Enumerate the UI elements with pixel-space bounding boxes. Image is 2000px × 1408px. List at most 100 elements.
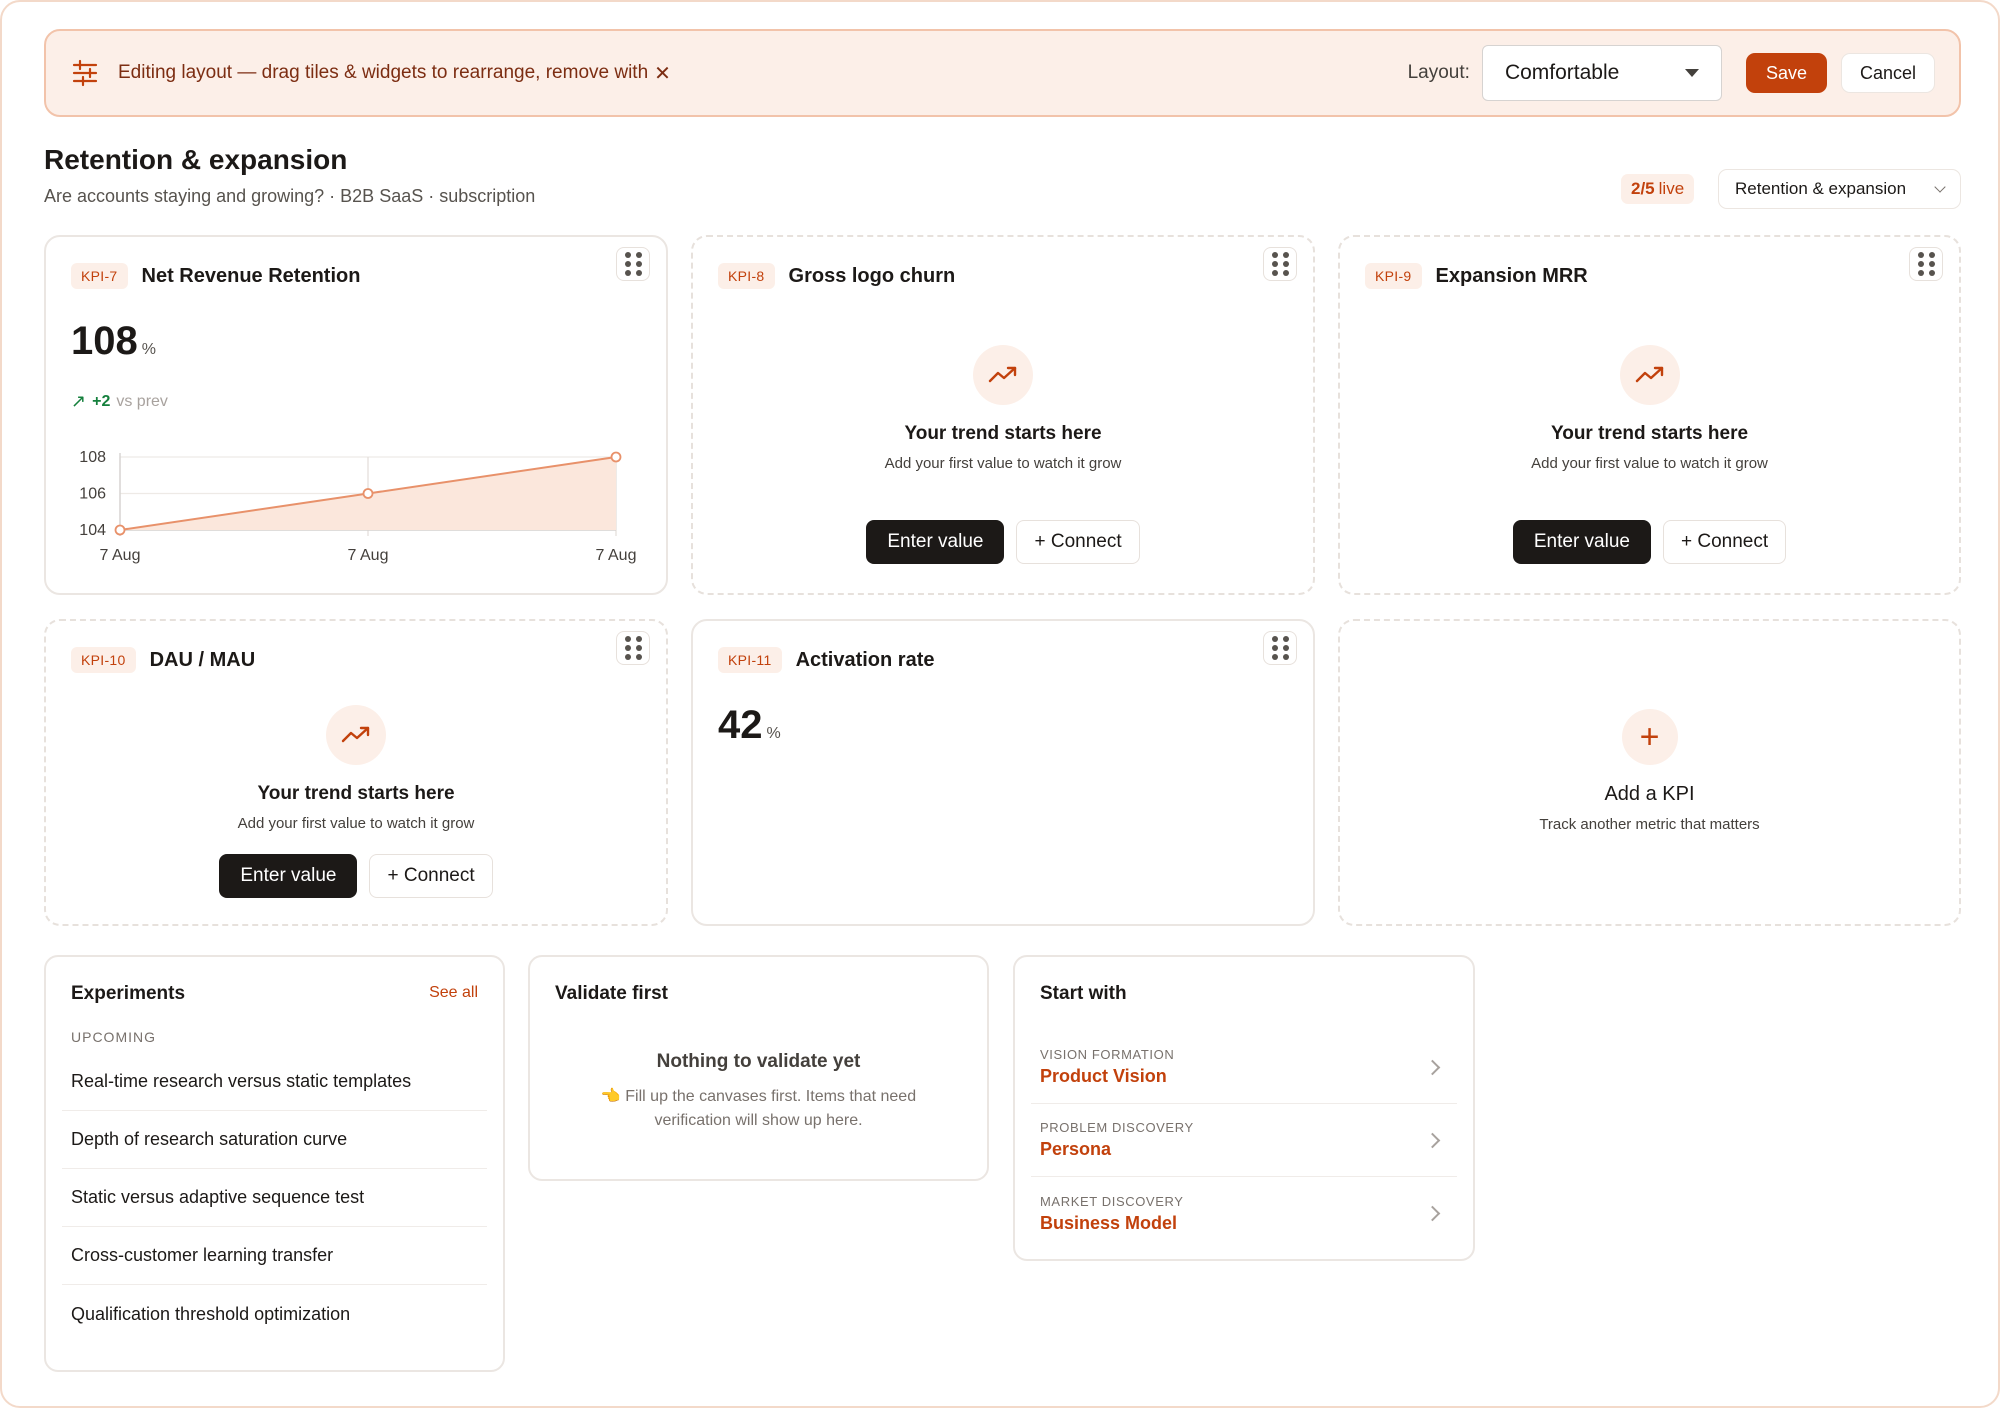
live-count-badge: 2/5 live [1621, 174, 1695, 204]
cancel-button[interactable]: Cancel [1840, 53, 1935, 93]
empty-title: Your trend starts here [257, 783, 455, 804]
kpi-title: Gross logo churn [788, 264, 956, 287]
start-item-category: VISION FORMATION [1040, 1047, 1175, 1062]
kpi-value: 42% [718, 703, 781, 748]
see-all-link[interactable]: See all [429, 984, 478, 1002]
kpi-value-number: 42 [718, 703, 763, 747]
list-item[interactable]: Qualification threshold optimization [62, 1285, 487, 1343]
validate-first-widget: Validate first Nothing to validate yet 👈… [528, 955, 989, 1181]
chevron-right-icon [1424, 1132, 1441, 1148]
drag-handle-icon[interactable] [1263, 247, 1297, 281]
enter-value-button[interactable]: Enter value [219, 854, 358, 898]
kpi-card-dau-mau[interactable]: KPI-10 DAU / MAU Your trend starts here … [44, 619, 668, 926]
kpi-tag: KPI-9 [1365, 263, 1422, 289]
data-point [362, 488, 374, 499]
sliders-icon [70, 58, 100, 88]
kpi-title: Activation rate [795, 648, 935, 671]
start-item-business-model[interactable]: MARKET DISCOVERY Business Model [1031, 1177, 1457, 1250]
kpi-title: Expansion MRR [1435, 264, 1588, 287]
start-item-product-vision[interactable]: VISION FORMATION Product Vision [1031, 1031, 1457, 1104]
pointing-hand-icon: 👈 [600, 1088, 621, 1105]
start-with-widget: Start with VISION FORMATION Product Visi… [1013, 955, 1475, 1261]
start-item-name: Persona [1040, 1139, 1112, 1159]
widget-title: Validate first [555, 983, 668, 1004]
drag-handle-icon[interactable] [1263, 631, 1297, 665]
start-item-category: MARKET DISCOVERY [1040, 1193, 1184, 1209]
add-kpi-subtitle: Track another metric that matters [1539, 816, 1760, 833]
dashboard-frame: Editing layout — drag tiles & widgets to… [0, 0, 2000, 1408]
start-item-name: Product Vision [1040, 1066, 1167, 1086]
empty-subtitle: Add your first value to watch it grow [1531, 455, 1768, 472]
x-tick-label: 7 Aug [100, 547, 141, 564]
page-subtitle: Are accounts staying and growing? · B2B … [44, 186, 536, 206]
add-kpi-card[interactable]: + Add a KPI Track another metric that ma… [1338, 619, 1961, 926]
live-label: live [1658, 179, 1685, 198]
drag-handle-icon[interactable] [1909, 247, 1943, 281]
trend-up-icon [326, 705, 386, 765]
x-tick-label: 7 Aug [348, 547, 389, 564]
layout-select-value: Comfortable [1504, 61, 1620, 84]
kpi-title: DAU / MAU [149, 648, 256, 671]
page-title: Retention & expansion [44, 144, 348, 175]
close-icon: ✕ [654, 62, 671, 85]
empty-title: Your trend starts here [904, 423, 1102, 444]
data-point [610, 451, 622, 463]
start-item-persona[interactable]: PROBLEM DISCOVERY Persona [1031, 1104, 1457, 1177]
kpi-tag: KPI-11 [718, 647, 782, 673]
empty-state: Your trend starts here Add your first va… [46, 705, 666, 898]
enter-value-button[interactable]: Enter value [1512, 520, 1651, 564]
trend-up-icon [1619, 345, 1680, 405]
y-tick-label: 108 [79, 449, 106, 466]
live-count: 2/5 [1631, 179, 1655, 198]
connect-button[interactable]: + Connect [1662, 520, 1787, 564]
empty-line-1: Fill up the canvases first. Items that n… [625, 1088, 917, 1105]
drag-handle-icon[interactable] [616, 631, 650, 665]
connect-button[interactable]: + Connect [369, 854, 493, 898]
kpi-tag: KPI-10 [71, 647, 136, 673]
save-button[interactable]: Save [1745, 53, 1827, 93]
list-item[interactable]: Real-time research versus static templat… [62, 1053, 487, 1111]
chevron-right-icon [1424, 1205, 1441, 1222]
empty-subtitle: Add your first value to watch it grow [237, 815, 475, 832]
widget-title: Experiments [71, 983, 186, 1004]
empty-title: Nothing to validate yet [656, 1051, 861, 1072]
start-item-category: PROBLEM DISCOVERY [1040, 1120, 1194, 1135]
edit-layout-banner: Editing layout — drag tiles & widgets to… [44, 29, 1961, 117]
experiments-widget: Experiments See all UPCOMING Real-time r… [44, 955, 505, 1372]
add-kpi-title: Add a KPI [1604, 783, 1695, 805]
layout-label: Layout: [1407, 62, 1470, 83]
banner-message: Editing layout — drag tiles & widgets to… [118, 62, 649, 83]
y-tick-label: 104 [79, 522, 106, 539]
list-item[interactable]: Static versus adaptive sequence test [62, 1169, 487, 1227]
trend-up-icon [973, 345, 1033, 405]
x-tick-label: 7 Aug [596, 547, 637, 564]
dashboard-view-select[interactable]: Retention & expansion [1718, 169, 1961, 209]
kpi-tag: KPI-8 [718, 263, 775, 289]
y-tick-label: 106 [79, 486, 106, 503]
plus-icon: + [1621, 709, 1678, 765]
layout-select[interactable]: Comfortable [1481, 45, 1722, 101]
kpi-value-unit: % [766, 725, 781, 742]
empty-subtitle: Add your first value to watch it grow [884, 455, 1122, 472]
caret-down-icon [1684, 69, 1699, 77]
data-point [114, 524, 126, 536]
kpi-card-net-revenue-retention[interactable]: KPI-7 Net Revenue Retention 108% ↗ +2 vs… [44, 235, 668, 595]
start-item-name: Business Model [1040, 1212, 1178, 1233]
chevron-down-icon [1934, 181, 1946, 193]
kpi-card-gross-logo-churn[interactable]: KPI-8 Gross logo churn Your trend starts… [691, 235, 1315, 595]
widget-title: Start with [1040, 983, 1127, 1004]
list-item[interactable]: Cross-customer learning transfer [62, 1227, 487, 1285]
empty-state: Your trend starts here Add your first va… [1340, 345, 1959, 564]
empty-title: Your trend starts here [1550, 423, 1749, 444]
view-select-value: Retention & expansion [1735, 179, 1907, 198]
nrr-chart: 108 106 104 7 Aug 7 Aug 7 Aug [79, 449, 637, 564]
empty-state: Your trend starts here Add your first va… [693, 345, 1313, 564]
enter-value-button[interactable]: Enter value [866, 520, 1005, 564]
chevron-right-icon [1424, 1059, 1441, 1075]
kpi-card-expansion-mrr[interactable]: KPI-9 Expansion MRR Your trend starts he… [1338, 235, 1961, 595]
list-item[interactable]: Depth of research saturation curve [62, 1111, 487, 1169]
section-label: UPCOMING [71, 1029, 156, 1045]
kpi-card-activation-rate[interactable]: KPI-11 Activation rate 42% [691, 619, 1315, 926]
empty-line-2: verification will show up here. [654, 1112, 863, 1129]
connect-button[interactable]: + Connect [1016, 520, 1140, 564]
